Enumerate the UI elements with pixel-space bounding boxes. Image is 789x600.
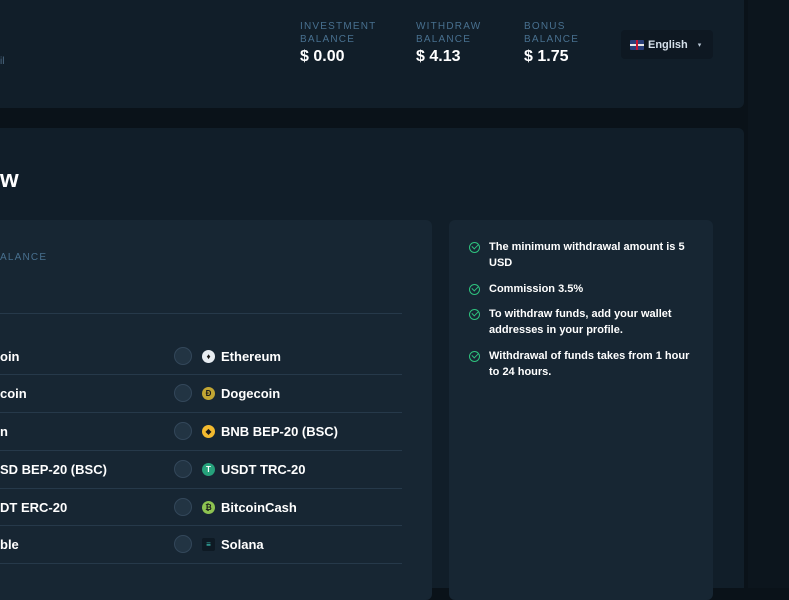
chevron-down-icon: ▾ <box>697 41 702 49</box>
currency-option-left[interactable]: oin <box>0 346 20 366</box>
currency-label: Ethereum <box>221 348 281 364</box>
tether-icon: T <box>202 462 215 476</box>
divider <box>0 563 402 564</box>
language-selector[interactable]: English ▾ <box>621 30 713 59</box>
bnb-icon: ◆ <box>202 424 215 438</box>
currency-option-ethereum[interactable]: ♦ Ethereum <box>174 346 281 366</box>
currency-label: USDT TRC-20 <box>221 461 306 477</box>
currency-option-left[interactable]: SD BEP-20 (BSC) <box>0 459 107 479</box>
bitcoincash-icon: ₿ <box>202 500 215 514</box>
currency-label: BNB BEP-20 (BSC) <box>221 423 339 439</box>
balance-value: $ 0.00 <box>300 48 345 65</box>
radio-button[interactable] <box>174 422 192 440</box>
currency-label: coin <box>0 385 27 401</box>
radio-button[interactable] <box>174 535 192 553</box>
currency-label: Dogecoin <box>221 385 281 401</box>
divider <box>0 450 402 451</box>
uk-flag-icon <box>630 39 644 50</box>
info-item: Withdrawal of funds takes from 1 hour to… <box>469 348 699 380</box>
balance-label: INVESTMENT BALANCE <box>300 21 377 45</box>
divider <box>0 412 402 413</box>
divider <box>0 374 402 375</box>
dogecoin-icon: Ð <box>202 386 215 400</box>
currency-option-left[interactable]: DT ERC-20 <box>0 497 67 517</box>
currency-option-left[interactable]: n <box>0 421 8 441</box>
withdraw-info-card <box>449 220 713 600</box>
currency-option-bitcoincash[interactable]: ₿ BitcoinCash <box>174 497 297 517</box>
info-text: Withdrawal of funds takes from 1 hour to… <box>489 350 690 378</box>
divider <box>0 488 402 489</box>
info-item: To withdraw funds, add your wallet addre… <box>469 306 699 338</box>
info-text: The minimum withdrawal amount is 5 USD <box>489 241 685 269</box>
check-circle-icon <box>469 284 480 295</box>
currency-option-left[interactable]: ble <box>0 534 19 554</box>
info-text: Commission 3.5% <box>489 283 584 295</box>
currency-option-usdt-trc20[interactable]: T USDT TRC-20 <box>174 459 306 479</box>
balance-value: $ 4.13 <box>416 48 461 65</box>
investment-balance: INVESTMENT BALANCE $ 0.00 <box>300 20 388 66</box>
check-circle-icon <box>469 309 480 320</box>
solana-icon: ≡ <box>202 537 215 551</box>
ethereum-icon: ♦ <box>202 349 215 363</box>
language-label: English <box>648 38 688 51</box>
page-title: w <box>0 166 19 193</box>
currency-label: SD BEP-20 (BSC) <box>0 461 107 477</box>
currency-label: DT ERC-20 <box>0 499 68 515</box>
bonus-balance: BONUS BALANCE $ 1.75 <box>524 20 612 66</box>
balance-value: $ 1.75 <box>524 48 569 65</box>
radio-button[interactable] <box>174 384 192 402</box>
currency-option-solana[interactable]: ≡ Solana <box>174 534 264 554</box>
currency-label: Solana <box>221 536 264 552</box>
check-circle-icon <box>469 351 480 362</box>
currency-label: ble <box>0 536 19 552</box>
currency-option-bnb[interactable]: ◆ BNB BEP-20 (BSC) <box>174 421 338 441</box>
radio-button[interactable] <box>174 460 192 478</box>
radio-button[interactable] <box>174 498 192 516</box>
info-item: The minimum withdrawal amount is 5 USD <box>469 239 699 271</box>
check-circle-icon <box>469 242 480 253</box>
currency-option-dogecoin[interactable]: Ð Dogecoin <box>174 383 280 403</box>
header-subtext: il <box>0 56 5 67</box>
right-edge-panel <box>748 0 789 588</box>
withdraw-balance: WITHDRAW BALANCE $ 4.13 <box>416 20 504 66</box>
divider <box>0 525 402 526</box>
currency-label: n <box>0 423 8 439</box>
info-item: Commission 3.5% <box>469 281 699 297</box>
currency-label: BitcoinCash <box>221 499 297 515</box>
info-text: To withdraw funds, add your wallet addre… <box>489 308 672 336</box>
balance-label: BONUS BALANCE <box>524 21 580 45</box>
radio-button[interactable] <box>174 347 192 365</box>
balance-label: WITHDRAW BALANCE <box>416 21 482 45</box>
currency-label: oin <box>0 348 20 364</box>
divider <box>0 313 402 314</box>
currency-option-left[interactable]: coin <box>0 383 27 403</box>
balance-field-label: ALANCE <box>0 252 48 263</box>
